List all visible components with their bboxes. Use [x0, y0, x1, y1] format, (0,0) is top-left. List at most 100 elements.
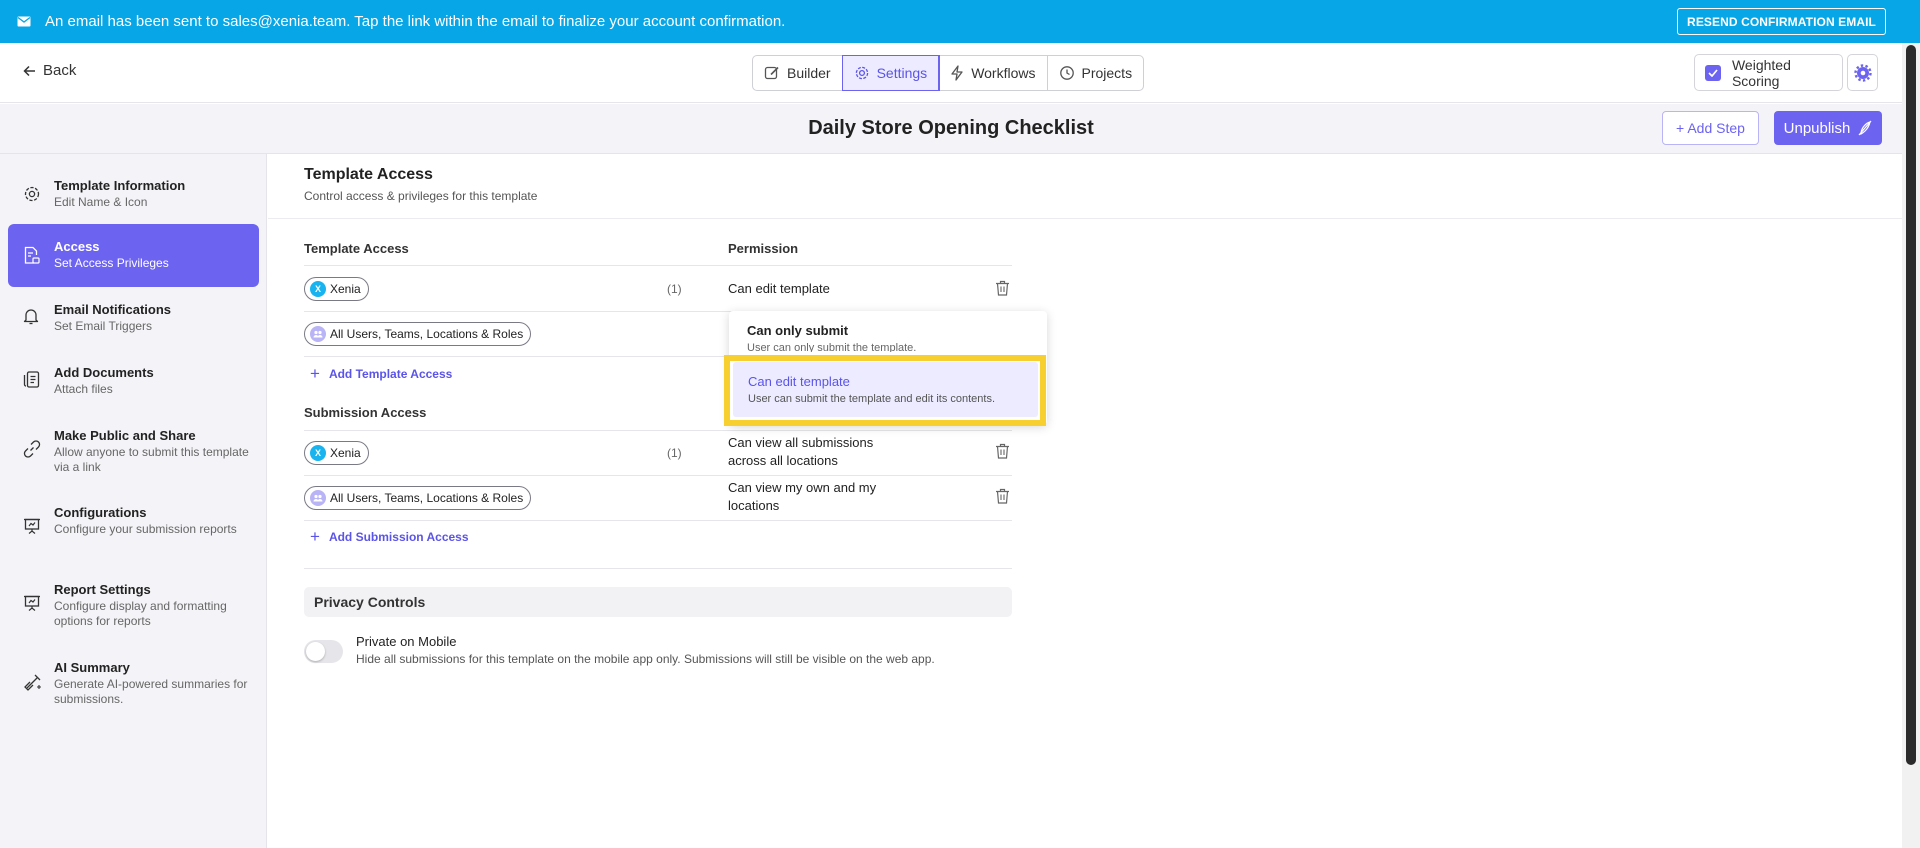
submission-chip-xenia[interactable]: X Xenia [304, 441, 369, 465]
title-bar: Daily Store Opening Checklist + Add Step… [0, 104, 1902, 154]
divider [304, 475, 1012, 476]
trash-icon[interactable] [995, 488, 1010, 504]
sidebar-item-subtitle: Attach files [54, 382, 113, 396]
sidebar-item-title: Add Documents [54, 365, 154, 380]
chip-label: Xenia [330, 282, 361, 296]
page-title: Daily Store Opening Checklist [808, 117, 1094, 139]
documents-icon [23, 371, 40, 388]
private-on-mobile-description: Hide all submissions for this template o… [356, 652, 935, 666]
sidebar-item-template-information[interactable]: Template Information Edit Name & Icon [8, 176, 259, 222]
tab-label: Projects [1081, 65, 1133, 81]
resend-confirmation-button[interactable]: RESEND CONFIRMATION EMAIL [1677, 8, 1886, 35]
permission-line: Can view my own and my [728, 480, 877, 495]
access-chip-xenia[interactable]: X Xenia [304, 277, 369, 301]
permission-select[interactable]: Can edit template [728, 280, 830, 298]
permission-line: Can view all submissions [728, 435, 874, 450]
section-title: Template Access [304, 166, 433, 183]
divider [268, 218, 1902, 219]
sidebar-item-title: Report Settings [54, 582, 151, 597]
option-can-only-submit[interactable]: Can only submit User can only submit the… [747, 323, 916, 352]
link-icon [23, 440, 41, 458]
sidebar-item-title: Make Public and Share [54, 428, 196, 443]
sidebar-item-title: Email Notifications [54, 302, 172, 317]
scrollbar[interactable] [1902, 43, 1920, 848]
mail-icon [17, 16, 31, 27]
scrollbar-thumb[interactable] [1906, 45, 1916, 765]
plus-icon: + [310, 527, 320, 546]
sidebar-item-subtitle: Configure display and formatting options… [54, 599, 227, 628]
sidebar-item-title: Configurations [54, 505, 147, 520]
add-template-access-button[interactable]: + Add Template Access [310, 364, 452, 384]
toggle-knob [306, 642, 325, 661]
unpublish-icon [1858, 120, 1872, 136]
sidebar-item-email-notifications[interactable]: Email Notifications Set Email Triggers [8, 300, 259, 346]
chip-label: All Users, Teams, Locations & Roles [330, 491, 524, 505]
sidebar-item-title: Access [54, 239, 100, 254]
lightning-icon [951, 65, 963, 81]
pencil-icon [764, 66, 779, 80]
sidebar-item-report-settings[interactable]: Report Settings Configure display and fo… [8, 580, 259, 634]
tab-label: Settings [876, 65, 928, 81]
template-access-column-header: Template Access [304, 241, 409, 256]
clock-icon [1059, 66, 1074, 80]
sidebar-item-make-public-and-share[interactable]: Make Public and Share Allow anyone to su… [8, 426, 259, 480]
arrow-left-icon [23, 65, 35, 76]
access-chip-all-users[interactable]: All Users, Teams, Locations & Roles [304, 322, 532, 346]
add-submission-access-label: Add Submission Access [328, 530, 469, 544]
back-button[interactable]: Back [23, 62, 76, 79]
sidebar-item-access[interactable]: Access Set Access Privileges [8, 224, 259, 287]
member-count: (1) [667, 282, 682, 296]
chip-label: All Users, Teams, Locations & Roles [330, 327, 524, 341]
presentation-icon [24, 518, 40, 534]
gear-icon [24, 186, 40, 202]
tab-workflows[interactable]: Workflows [939, 56, 1048, 90]
private-on-mobile-toggle[interactable] [304, 640, 343, 663]
option-description: User can only submit the template. [747, 342, 917, 352]
bell-icon [23, 309, 39, 325]
plus-icon: + [310, 364, 320, 383]
add-submission-access-button[interactable]: + Add Submission Access [310, 527, 469, 547]
section-subtitle: Control access & privileges for this tem… [304, 189, 538, 203]
top-bar: Back Builder Settings Workflows Projects… [0, 43, 1902, 103]
unpublish-label: Unpublish [1783, 119, 1851, 137]
unpublish-button[interactable]: Unpublish [1774, 111, 1882, 145]
divider [304, 568, 1012, 569]
submission-chip-all-users[interactable]: All Users, Teams, Locations & Roles [304, 486, 532, 510]
add-step-button[interactable]: + Add Step [1662, 111, 1759, 145]
permission-select[interactable]: Can view my own and my locations [728, 479, 876, 515]
divider [304, 430, 1012, 431]
tab-settings[interactable]: Settings [841, 55, 941, 91]
group-icon [310, 490, 326, 506]
divider [304, 520, 1012, 521]
gear-icon [1853, 63, 1872, 82]
group-icon [310, 326, 326, 342]
tab-label: Builder [787, 65, 831, 81]
trash-icon[interactable] [995, 280, 1010, 296]
check-icon [1708, 68, 1718, 77]
document-lock-icon [24, 246, 40, 264]
sidebar-item-subtitle: Edit Name & Icon [54, 195, 148, 209]
tab-builder[interactable]: Builder [753, 56, 843, 90]
option-can-edit-template[interactable]: Can edit template User can submit the te… [733, 362, 1038, 417]
chip-label: Xenia [330, 446, 361, 460]
trash-icon[interactable] [995, 443, 1010, 459]
sidebar-item-subtitle: Configure your submission reports [54, 522, 237, 536]
banner-message: An email has been sent to sales@xenia.te… [45, 13, 786, 30]
gear-icon [855, 66, 868, 80]
confirmation-banner: An email has been sent to sales@xenia.te… [0, 0, 1920, 43]
weighted-scoring-settings-button[interactable] [1847, 54, 1878, 91]
avatar: X [310, 281, 326, 297]
weighted-scoring-toggle[interactable]: Weighted Scoring [1694, 54, 1843, 91]
tab-projects[interactable]: Projects [1048, 56, 1144, 90]
sparkle-icon [24, 674, 41, 691]
permission-select[interactable]: Can view all submissions across all loca… [728, 434, 873, 470]
weighted-scoring-checkbox[interactable] [1705, 64, 1721, 81]
view-tabs: Builder Settings Workflows Projects [752, 55, 1145, 91]
sidebar-item-add-documents[interactable]: Add Documents Attach files [8, 363, 259, 409]
sidebar-item-title: Template Information [54, 178, 186, 193]
sidebar-item-subtitle: Allow anyone to submit this template via… [54, 445, 249, 474]
sidebar-item-configurations[interactable]: Configurations Configure your submission… [8, 503, 259, 557]
sidebar-item-ai-summary[interactable]: AI Summary Generate AI-powered summaries… [8, 658, 259, 712]
option-description: User can submit the template and edit it… [748, 393, 996, 405]
divider [304, 265, 1012, 266]
